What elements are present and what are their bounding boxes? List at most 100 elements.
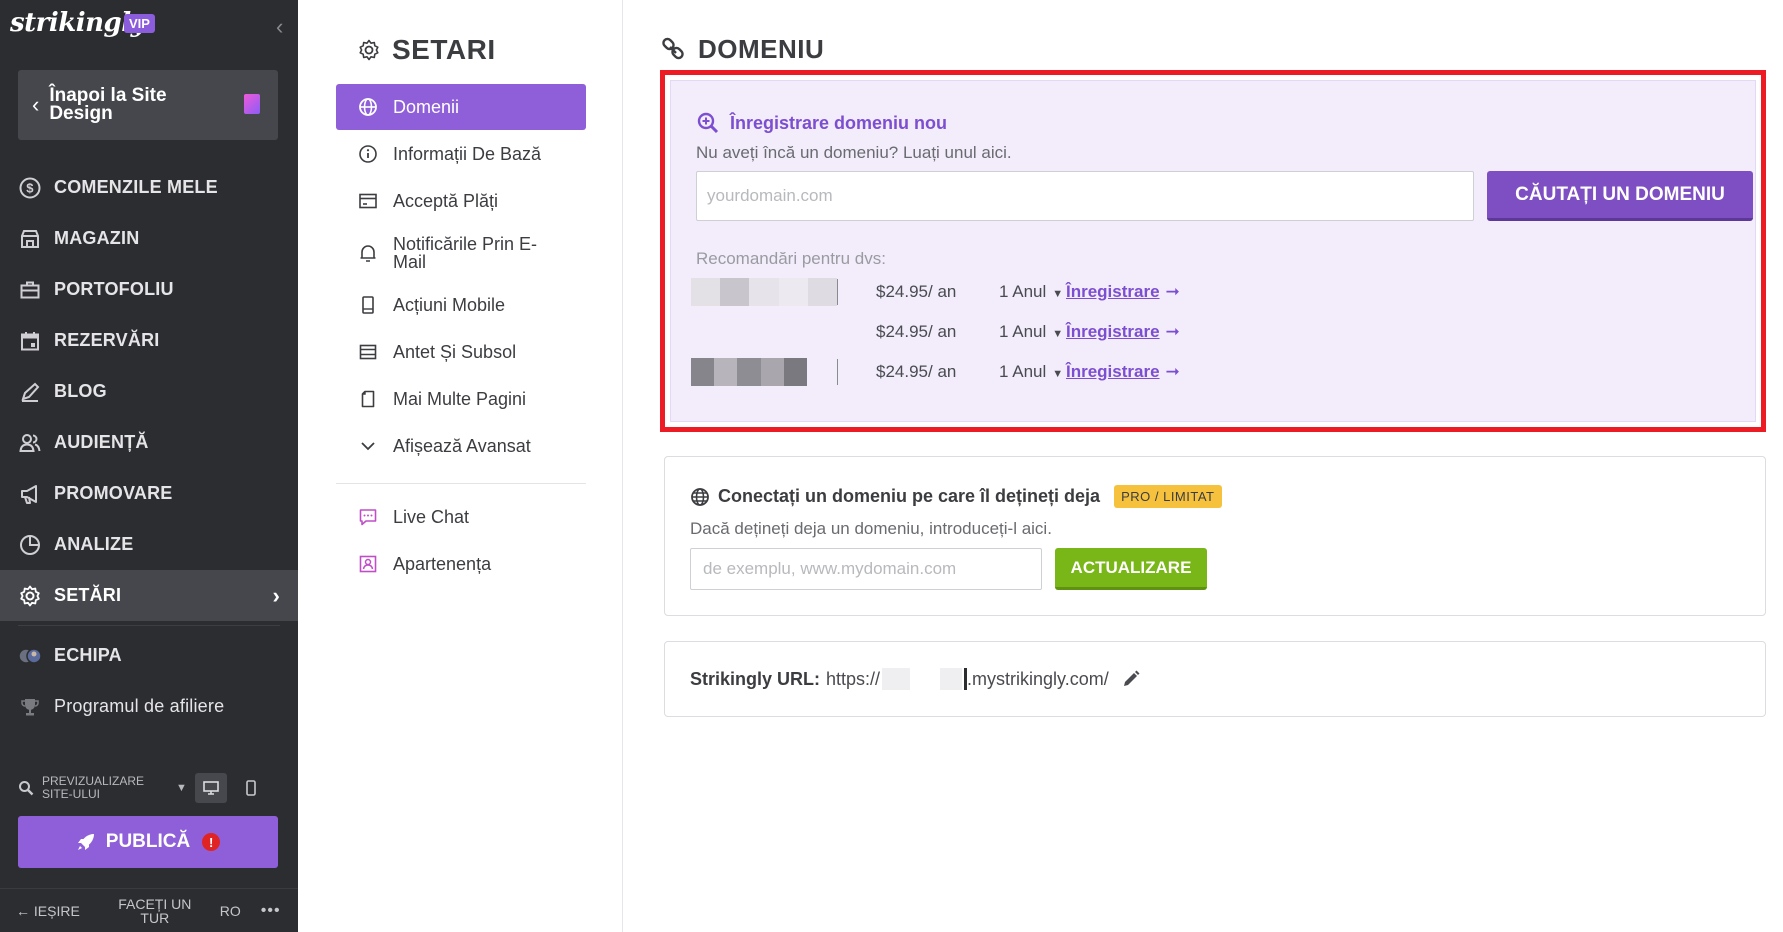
collapse-sidebar-icon[interactable]: ‹: [276, 14, 283, 40]
caret-down-icon[interactable]: ▼: [176, 782, 187, 794]
preview-site-label[interactable]: PREVIZUALIZARE SITE-ULUI: [42, 775, 162, 801]
page-title: DOMENIU: [660, 34, 824, 65]
settings-item-informatii[interactable]: Informații De Bază: [336, 131, 586, 177]
register-link[interactable]: Înregistrare ➞: [1066, 362, 1180, 382]
domain-search-input[interactable]: yourdomain.com: [696, 171, 1474, 221]
sidebar-item-setari[interactable]: SETĂRI ›: [0, 570, 298, 621]
settings-item-notificari[interactable]: Notificările Prin E-Mail: [336, 225, 586, 281]
register-link-text: Înregistrare: [1066, 322, 1160, 341]
settings-item-label: Acceptă Plăți: [393, 190, 499, 211]
settings-item-live-chat[interactable]: Live Chat: [336, 494, 586, 540]
sidebar-item-portofoliu[interactable]: PORTOFOLIU: [0, 264, 298, 315]
chat-icon: [358, 507, 378, 527]
sidebar-item-rezervari[interactable]: REZERVĂRI: [0, 315, 298, 366]
settings-item-plati[interactable]: Acceptă Plăți: [336, 178, 586, 224]
connect-domain-card: Conectați un domeniu pe care îl dețineți…: [664, 456, 1766, 616]
sidebar-item-label: REZERVĂRI: [54, 330, 160, 350]
app-sidebar: strikingly VIP ‹ ‹ Înapoi la Site Design…: [0, 0, 298, 932]
svg-text:$: $: [26, 180, 34, 195]
settings-item-label: Afișează Avansat: [393, 435, 531, 456]
url-prefix: https://: [826, 668, 881, 689]
team-avatars-icon: [18, 644, 42, 668]
register-link[interactable]: Înregistrare ➞: [1066, 322, 1180, 342]
recommendation-row: $24.95/ an 1 Anul ▼ Înregistrare ➞: [691, 277, 1211, 307]
sidebar-footer: ← IEȘIRE FACEȚI UN TUR RO •••: [0, 888, 298, 932]
settings-item-apartenenta[interactable]: Apartenența: [336, 541, 586, 587]
register-link[interactable]: Înregistrare ➞: [1066, 282, 1180, 302]
sidebar-item-comenzile-mele[interactable]: $ COMENZILE MELE: [0, 162, 298, 213]
settings-divider: [336, 483, 586, 484]
pages-icon: [358, 389, 378, 409]
settings-item-mobile[interactable]: Acțiuni Mobile: [336, 282, 586, 328]
globe-icon: [690, 487, 710, 507]
domain-main: DOMENIU Înregistrare domeniu nou Nu aveț…: [660, 0, 1770, 932]
rocket-icon: [76, 832, 96, 852]
url-suffix: .mystrikingly.com/: [967, 668, 1109, 689]
connect-heading-text: Conectați un domeniu pe care îl dețineți…: [718, 486, 1101, 506]
mobile-icon: [358, 295, 378, 315]
sidebar-item-affiliate[interactable]: Programul de afiliere: [0, 681, 298, 732]
publish-button[interactable]: PUBLICĂ !: [18, 816, 278, 868]
connect-subtitle: Dacă dețineți deja un domeniu, introduce…: [690, 519, 1052, 538]
settings-item-label: Domenii: [393, 96, 460, 117]
blurred-subdomain: [940, 668, 963, 690]
search-domain-button[interactable]: CĂUTAȚI UN DOMENIU: [1487, 171, 1753, 221]
sidebar-item-label: SETĂRI: [54, 585, 122, 605]
sidebar-item-label: ECHIPA: [54, 645, 122, 665]
settings-item-avansat[interactable]: Afișează Avansat: [336, 423, 586, 469]
pencil-icon[interactable]: [1121, 669, 1141, 689]
blurred-subdomain: [882, 668, 911, 690]
settings-item-label: Antet Și Subsol: [393, 341, 517, 362]
back-button-label: Înapoi la Site Design: [49, 85, 167, 124]
period-value: 1 Anul: [999, 322, 1047, 341]
period-select[interactable]: 1 Anul ▼: [999, 282, 1063, 302]
publish-label: PUBLICĂ: [105, 831, 191, 852]
settings-title-text: SETARI: [392, 34, 496, 65]
settings-panel: SETARI Domenii Informații De Bază Accept…: [298, 0, 623, 932]
sidebar-item-analize[interactable]: ANALIZE: [0, 519, 298, 570]
member-icon: [358, 554, 378, 574]
price-label: $24.95/ an: [876, 322, 957, 341]
register-heading: Înregistrare domeniu nou: [696, 111, 947, 135]
sidebar-item-blog[interactable]: BLOG: [0, 366, 298, 417]
sidebar-item-promovare[interactable]: PROMOVARE: [0, 468, 298, 519]
bell-icon: [358, 243, 378, 263]
sidebar-item-label: COMENZILE MELE: [54, 177, 218, 197]
more-icon[interactable]: •••: [261, 902, 281, 920]
pen-icon: [18, 380, 42, 404]
vip-badge: VIP: [124, 14, 155, 33]
update-button[interactable]: ACTUALIZARE: [1055, 548, 1207, 590]
period-select[interactable]: 1 Anul ▼: [999, 362, 1063, 382]
sidebar-item-label: Programul de afiliere: [54, 696, 225, 716]
language-selector[interactable]: RO: [220, 903, 241, 919]
sidebar-item-label: ANALIZE: [54, 534, 134, 554]
arrow-right-icon: ➞: [1165, 282, 1180, 301]
settings-item-pagini[interactable]: Mai Multe Pagini: [336, 376, 586, 422]
settings-title: SETARI: [358, 34, 496, 66]
blurred-domain-name: [691, 278, 838, 306]
register-domain-card: Înregistrare domeniu nou Nu aveți încă u…: [660, 70, 1766, 432]
sidebar-item-audienta[interactable]: AUDIENȚĂ: [0, 417, 298, 468]
register-subtitle: Nu aveți încă un domeniu? Luați unul aic…: [696, 143, 1012, 162]
take-tour-button[interactable]: FACEȚI UN TUR: [112, 897, 198, 925]
settings-item-antet[interactable]: Antet Și Subsol: [336, 329, 586, 375]
back-to-site-design-button[interactable]: ‹ Înapoi la Site Design: [18, 70, 278, 140]
exit-button[interactable]: ← IEȘIRE: [16, 903, 80, 919]
mobile-icon[interactable]: [235, 773, 267, 803]
price-label: $24.95/ an: [876, 282, 957, 301]
chevron-right-icon: ›: [272, 582, 280, 608]
sidebar-item-label: PORTOFOLIU: [54, 279, 174, 299]
sidebar-item-magazin[interactable]: MAGAZIN: [0, 213, 298, 264]
settings-item-label: Live Chat: [393, 506, 470, 527]
register-link-text: Înregistrare: [1066, 362, 1160, 381]
dollar-circle-icon: $: [18, 176, 42, 200]
period-select[interactable]: 1 Anul ▼: [999, 322, 1063, 342]
sidebar-item-echipa[interactable]: ECHIPA: [0, 630, 298, 681]
existing-domain-input[interactable]: de exemplu, www.mydomain.com: [690, 548, 1042, 590]
pie-chart-icon: [18, 533, 42, 557]
caret-down-icon: ▼: [1052, 288, 1064, 300]
settings-item-domenii[interactable]: Domenii: [336, 84, 586, 130]
settings-item-label: Informații De Bază: [393, 143, 542, 164]
desktop-icon[interactable]: [194, 773, 227, 803]
pro-limited-badge: PRO / LIMITAT: [1114, 485, 1222, 508]
